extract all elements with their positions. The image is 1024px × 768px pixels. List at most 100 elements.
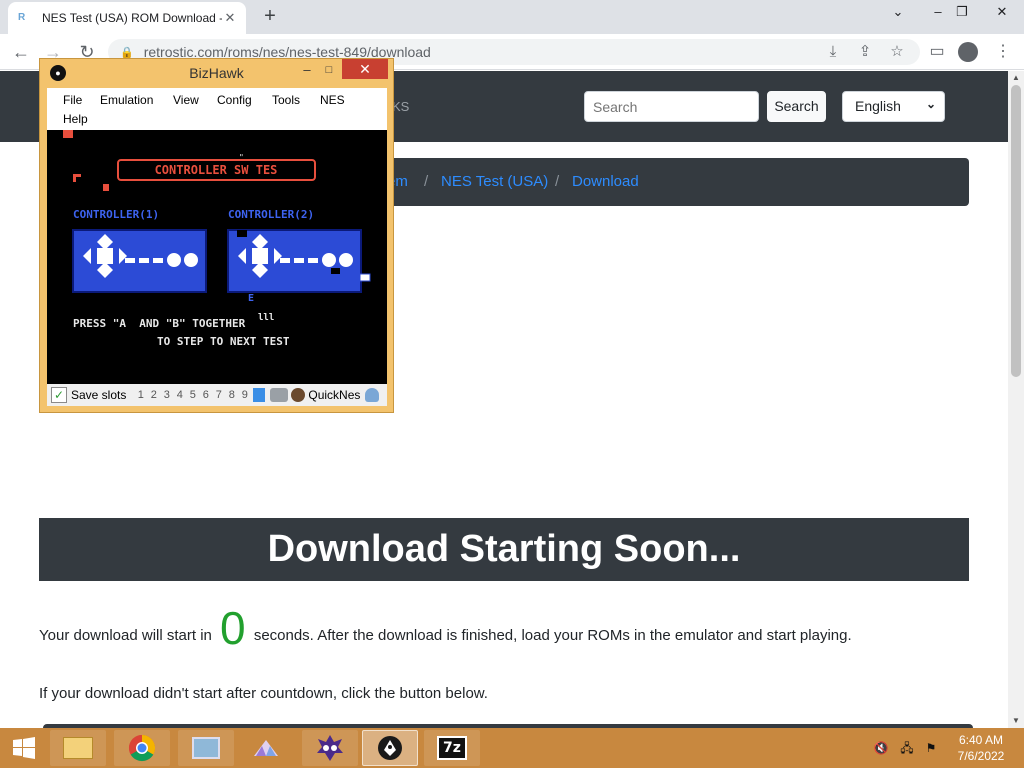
mascot-app-icon[interactable] xyxy=(302,730,358,766)
clock-time: 6:40 AM xyxy=(958,733,1004,747)
triangle-app-icon[interactable] xyxy=(238,730,294,766)
search-input[interactable] xyxy=(584,91,759,122)
page-scrollbar[interactable]: ▲ ▼ xyxy=(1008,71,1024,728)
menu-help[interactable]: Help xyxy=(63,112,88,126)
bizhawk-taskbar-icon[interactable] xyxy=(362,730,418,766)
language-value: English xyxy=(855,98,901,114)
back-button[interactable]: ← xyxy=(8,39,34,65)
menu-nes[interactable]: NES xyxy=(320,93,345,107)
restore-button[interactable]: ❐ xyxy=(946,0,978,26)
bizhawk-title: BizHawk xyxy=(189,65,244,81)
breadcrumb-game-link[interactable]: NES Test (USA) xyxy=(441,173,548,190)
language-select[interactable]: English ⌄ xyxy=(842,91,945,122)
profile-avatar-icon[interactable] xyxy=(958,42,978,62)
countdown-suffix: seconds. After the download is finished,… xyxy=(253,627,852,644)
countdown-number: 0 xyxy=(220,602,246,654)
browser-tab[interactable]: R NES Test (USA) ROM Download - ✕ xyxy=(8,2,246,34)
share-icon[interactable]: ⇪ xyxy=(854,41,876,63)
corner-marker xyxy=(63,130,73,138)
monitor-icon xyxy=(192,737,220,759)
nes-title-text: CONTROLLER SW TES xyxy=(155,163,278,177)
search-button[interactable]: Search xyxy=(767,91,826,122)
action-center-icon[interactable]: ⚑ xyxy=(922,740,940,756)
save-slots-check-icon[interactable]: ✓ xyxy=(51,387,67,403)
retrostic-favicon-icon: R xyxy=(18,12,26,23)
nav-link-fragment[interactable]: KS xyxy=(392,99,409,114)
screen: R NES Test (USA) ROM Download - ✕ + ⌄ – … xyxy=(0,0,1024,768)
controller-icon xyxy=(270,388,289,402)
title-mark: " xyxy=(239,153,244,162)
menu-view[interactable]: View xyxy=(173,93,199,107)
user-icon xyxy=(365,388,380,402)
folder-icon xyxy=(63,737,93,759)
taskbar: 7z 🔇 🖧 ⚑ 6:40 AM 7/6/2022 xyxy=(0,728,1024,768)
save-slot-6[interactable]: 6 xyxy=(199,389,212,401)
volume-muted-icon[interactable]: 🔇 xyxy=(872,740,890,756)
browser-tabstrip: R NES Test (USA) ROM Download - ✕ + ⌄ – … xyxy=(0,0,1024,34)
control-panel-icon[interactable] xyxy=(178,730,234,766)
bizhawk-logo-icon xyxy=(378,736,402,760)
fallback-paragraph: If your download didn't start after coun… xyxy=(39,685,488,702)
controller-1-label: CONTROLLER(1) xyxy=(73,208,159,221)
save-slots-label: Save slots xyxy=(71,388,127,402)
triangle-logo-icon xyxy=(254,740,278,756)
7zip-icon[interactable]: 7z xyxy=(424,730,480,766)
chrome-logo-icon xyxy=(128,734,156,762)
windows-logo-icon xyxy=(13,737,35,759)
menu-tools[interactable]: Tools xyxy=(272,93,300,107)
chevron-down-icon: ⌄ xyxy=(925,97,936,111)
purple-mascot-icon xyxy=(317,735,343,761)
clock-date: 7/6/2022 xyxy=(957,749,1005,763)
marker-iii: lll xyxy=(258,313,274,323)
tab-close-icon[interactable]: ✕ xyxy=(222,10,238,26)
nes-frame-svg: CONTROLLER SW TES " CONTROLLER(1) CONTRO… xyxy=(63,130,371,348)
breadcrumb-separator: / xyxy=(424,173,429,190)
bizhawk-statusbar: ✓ Save slots 1 2 3 4 5 6 7 8 9 QuickNes xyxy=(47,384,387,406)
controller-1-graphic xyxy=(72,229,207,293)
chrome-icon[interactable] xyxy=(114,730,170,766)
core-name: QuickNes xyxy=(308,388,361,402)
breadcrumb-current: Download xyxy=(572,173,639,190)
bizhawk-close-button[interactable]: ✕ xyxy=(342,59,388,79)
scroll-down-arrow-icon[interactable]: ▼ xyxy=(1008,714,1024,728)
save-slot-4[interactable]: 4 xyxy=(173,389,186,401)
tab-search-icon[interactable]: ⌄ xyxy=(882,0,914,26)
bizhawk-window[interactable]: ● BizHawk – □ ✕ File Emulation View Conf… xyxy=(39,58,394,413)
network-icon[interactable]: 🖧 xyxy=(898,740,916,756)
menu-file[interactable]: File xyxy=(63,93,82,107)
banner-title: Download Starting Soon... xyxy=(267,528,741,570)
menu-config[interactable]: Config xyxy=(217,93,252,107)
save-slot-9[interactable]: 9 xyxy=(238,389,251,401)
scroll-thumb[interactable] xyxy=(1011,85,1021,377)
bizhawk-menubar: File Emulation View Config Tools NES Hel… xyxy=(47,88,387,130)
file-explorer-icon[interactable] xyxy=(50,730,106,766)
breadcrumb-separator: / xyxy=(555,173,560,190)
bizhawk-titlebar[interactable]: ● BizHawk – □ ✕ xyxy=(40,59,393,87)
save-slot-3[interactable]: 3 xyxy=(160,389,173,401)
lock-icon: 🔒 xyxy=(120,46,134,59)
bizhawk-minimize-button[interactable]: – xyxy=(296,61,318,81)
close-window-button[interactable]: ✕ xyxy=(986,0,1018,26)
browser-menu-icon[interactable]: ⋮ xyxy=(990,39,1016,65)
side-panel-icon[interactable]: ▭ xyxy=(924,39,950,65)
new-tab-button[interactable]: + xyxy=(258,5,282,29)
save-slot-8[interactable]: 8 xyxy=(225,389,238,401)
menu-emulation[interactable]: Emulation xyxy=(100,93,153,107)
bookmark-star-icon[interactable]: ☆ xyxy=(886,41,908,63)
countdown-prefix: Your download will start in xyxy=(39,627,212,644)
marker-e: E xyxy=(248,293,254,304)
bizhawk-maximize-button[interactable]: □ xyxy=(318,61,340,81)
countdown-paragraph: Your download will start in 0 seconds. A… xyxy=(39,601,852,655)
save-slot-1[interactable]: 1 xyxy=(134,389,147,401)
nes-game-screen[interactable]: CONTROLLER SW TES " CONTROLLER(1) CONTRO… xyxy=(47,130,387,384)
instruction-line-1: PRESS "A AND "B" TOGETHER xyxy=(73,317,246,330)
save-slot-7[interactable]: 7 xyxy=(212,389,225,401)
system-clock[interactable]: 6:40 AM 7/6/2022 xyxy=(950,732,1012,764)
download-icon[interactable]: ⤓ xyxy=(822,41,844,63)
red-marker xyxy=(73,174,76,182)
scroll-up-arrow-icon[interactable]: ▲ xyxy=(1008,71,1024,85)
save-slot-5[interactable]: 5 xyxy=(186,389,199,401)
save-slot-2[interactable]: 2 xyxy=(147,389,160,401)
windows-start-icon[interactable] xyxy=(2,730,46,766)
save-slot-0-active[interactable] xyxy=(253,388,266,402)
